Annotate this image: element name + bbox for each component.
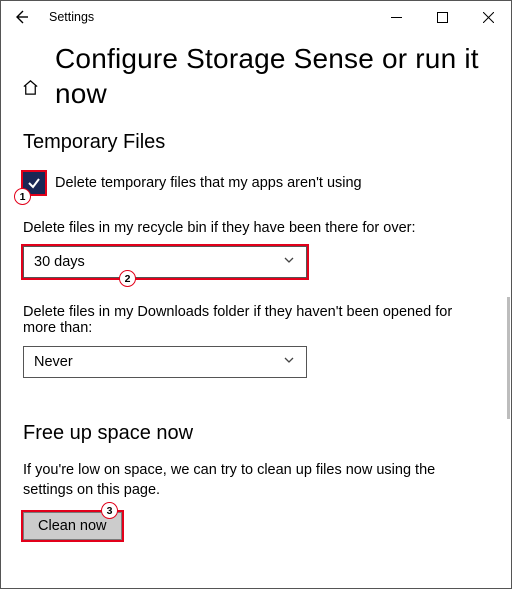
close-button[interactable] xyxy=(465,1,511,33)
chevron-down-icon xyxy=(282,353,296,371)
page-header: Configure Storage Sense or run it now xyxy=(1,33,511,111)
maximize-button[interactable] xyxy=(419,1,465,33)
downloads-value: Never xyxy=(34,354,73,370)
annotation-badge-2: 2 xyxy=(119,270,136,287)
minimize-button[interactable] xyxy=(373,1,419,33)
content-area: Temporary Files 1 Delete temporary files… xyxy=(1,111,511,540)
back-button[interactable] xyxy=(7,3,35,31)
annotation-badge-1: 1 xyxy=(14,188,31,205)
recycle-bin-label: Delete files in my recycle bin if they h… xyxy=(23,220,489,236)
delete-temp-row: 1 Delete temporary files that my apps ar… xyxy=(23,172,489,194)
home-icon[interactable] xyxy=(19,76,41,98)
titlebar: Settings xyxy=(1,1,511,33)
window-controls xyxy=(373,1,511,33)
recycle-bin-value: 30 days xyxy=(34,254,85,270)
chevron-down-icon xyxy=(282,253,296,271)
app-name: Settings xyxy=(49,10,94,24)
delete-temp-label: Delete temporary files that my apps aren… xyxy=(55,175,362,191)
downloads-dropdown[interactable]: Never xyxy=(23,346,307,378)
temporary-files-heading: Temporary Files xyxy=(23,131,489,154)
free-up-heading: Free up space now xyxy=(23,422,489,445)
scrollbar-thumb[interactable] xyxy=(507,297,510,419)
recycle-bin-dropdown[interactable]: 30 days xyxy=(23,246,307,278)
downloads-label: Delete files in my Downloads folder if t… xyxy=(23,304,489,336)
page-title: Configure Storage Sense or run it now xyxy=(55,41,493,111)
annotation-badge-3: 3 xyxy=(101,502,118,519)
free-up-description: If you're low on space, we can try to cl… xyxy=(23,461,489,500)
